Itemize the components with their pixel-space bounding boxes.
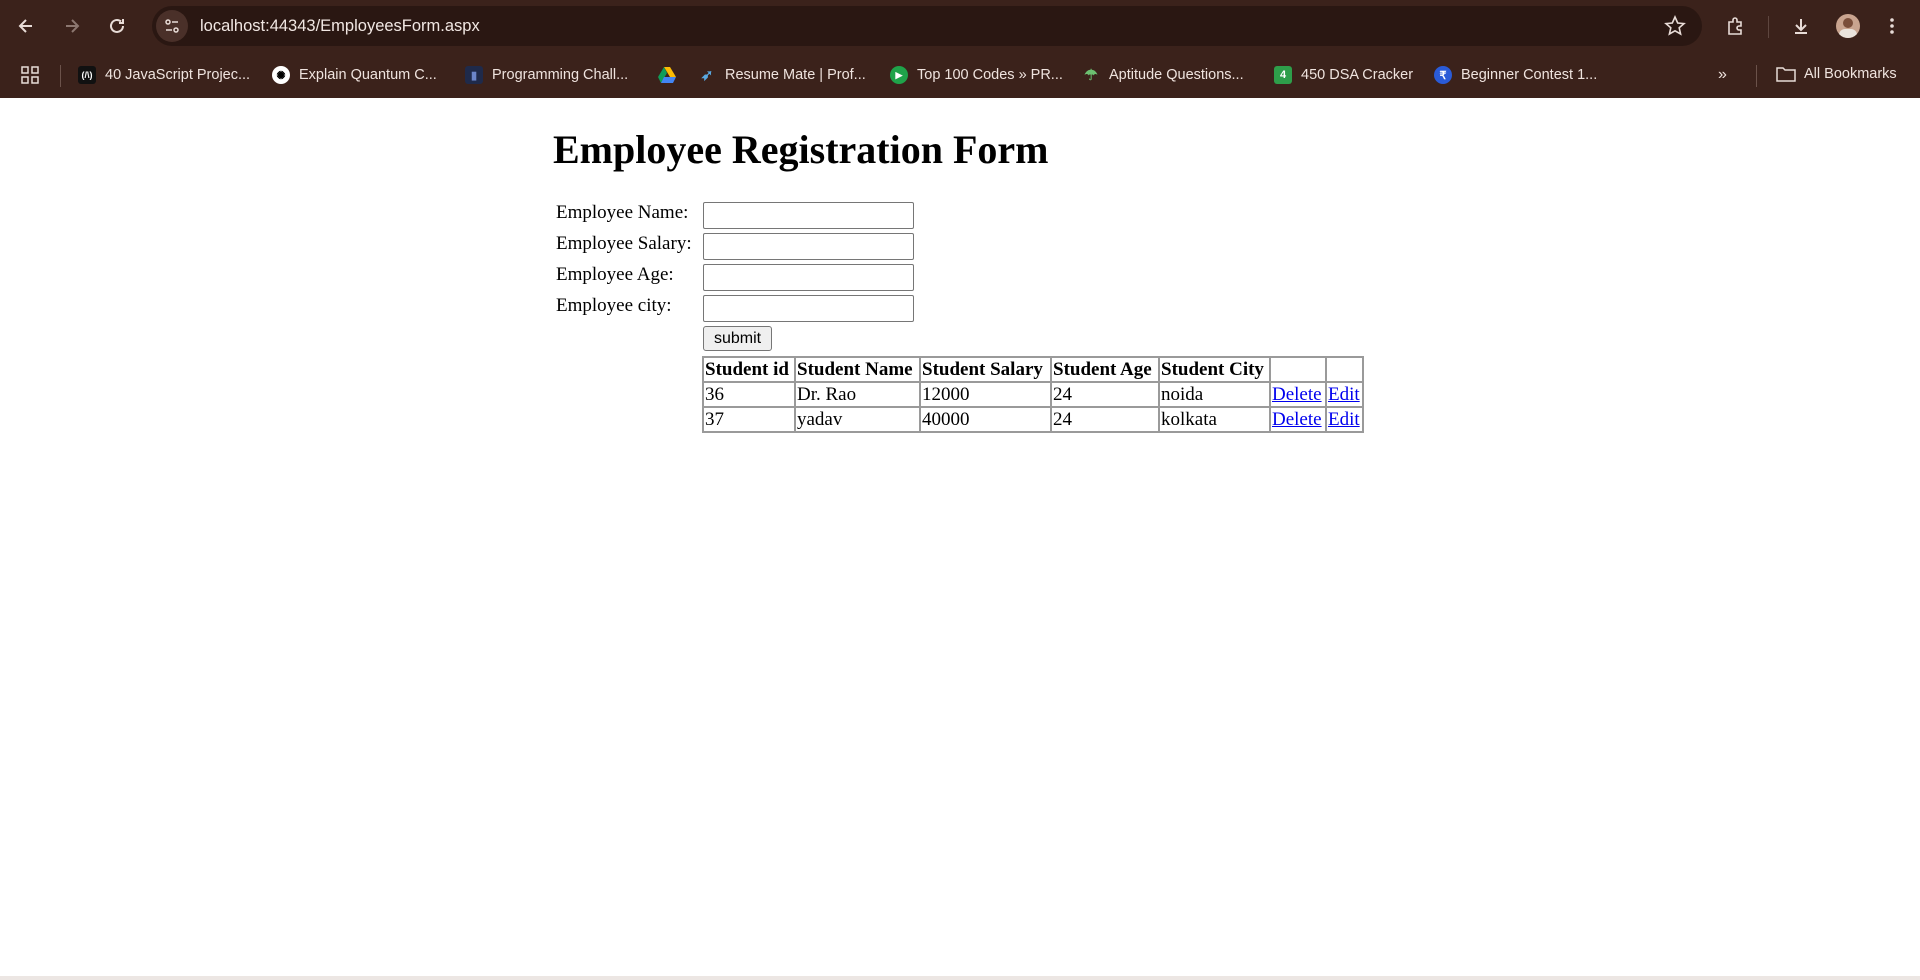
bookmarks-bar: (/\) 40 JavaScript Projec... ✺ Explain Q… (0, 54, 1920, 98)
bookmark-40-javascript-projects[interactable]: (/\) 40 JavaScript Projec... (78, 66, 250, 84)
cell-id: 36 (703, 382, 795, 407)
employee-name-input[interactable] (703, 202, 914, 229)
puzzle-icon (1728, 17, 1742, 35)
bookmark-resume-mate[interactable]: ➶ Resume Mate | Prof... (698, 66, 866, 84)
column-header-name: Student Name (795, 357, 920, 382)
address-bar[interactable]: localhost:44343/EmployeesForm.aspx (152, 6, 1702, 46)
apps-grid-icon (21, 66, 39, 84)
column-header-id: Student id (703, 357, 795, 382)
bookmark-label: Programming Chall... (492, 67, 629, 83)
cell-edit: Edit (1326, 382, 1363, 407)
page-content: Employee Registration Form Employee Name… (0, 98, 1920, 978)
bookmark-beginner-contest[interactable]: ₹ Beginner Contest 1... (1434, 66, 1597, 84)
bookmark-label: Beginner Contest 1... (1461, 67, 1598, 83)
table-row: 37 yadav 40000 24 kolkata Delete Edit (703, 407, 1363, 432)
browser-toolbar: localhost:44343/EmployeesForm.aspx (0, 0, 1920, 54)
site-info-button[interactable] (156, 10, 188, 42)
submit-button[interactable]: submit (703, 326, 772, 351)
back-button[interactable] (8, 8, 44, 44)
folder-icon (1776, 67, 1796, 82)
url-text[interactable]: localhost:44343/EmployeesForm.aspx (200, 17, 480, 36)
cell-edit: Edit (1326, 407, 1363, 432)
bird-icon: ➶ (700, 67, 714, 84)
reload-button[interactable] (99, 8, 135, 44)
chevron-double-right-icon: » (1718, 66, 1727, 83)
column-header-city: Student City (1159, 357, 1270, 382)
play-icon: ▶ (890, 66, 908, 84)
cell-age: 24 (1051, 382, 1159, 407)
bookmark-aptitude-questions[interactable]: ☂ Aptitude Questions... (1082, 66, 1244, 84)
employee-city-input[interactable] (703, 295, 914, 322)
cell-city: noida (1159, 382, 1270, 407)
bookmark-top-100-codes[interactable]: ▶ Top 100 Codes » PR... (890, 66, 1063, 84)
cell-name: yadav (795, 407, 920, 432)
employee-city-label: Employee city: (556, 295, 672, 316)
employee-name-label: Employee Name: (556, 202, 689, 223)
cell-id: 37 (703, 407, 795, 432)
column-header-age: Student Age (1051, 357, 1159, 382)
download-icon (1795, 19, 1807, 34)
mushroom-icon: ☂ (1084, 67, 1098, 84)
cell-delete: Delete (1270, 407, 1326, 432)
bookmark-google-drive[interactable] (657, 66, 677, 84)
delete-link[interactable]: Delete (1272, 409, 1322, 430)
bookmark-label: Aptitude Questions... (1109, 67, 1244, 83)
bottom-scrollbar-track (0, 976, 1920, 980)
contest-icon: ₹ (1434, 66, 1452, 84)
cell-city: kolkata (1159, 407, 1270, 432)
page-title: Employee Registration Form (553, 127, 1049, 172)
employee-salary-input[interactable] (703, 233, 914, 260)
more-bookmarks-button[interactable]: » (1718, 66, 1727, 84)
edit-link[interactable]: Edit (1328, 384, 1360, 405)
code-icon: ▮ (465, 66, 483, 84)
bookmark-label: 40 JavaScript Projec... (105, 67, 251, 83)
cell-salary: 40000 (920, 407, 1051, 432)
bookmark-label: Explain Quantum C... (299, 67, 437, 83)
table-header-row: Student id Student Name Student Salary S… (703, 357, 1363, 382)
bookmark-label: Top 100 Codes » PR... (917, 67, 1063, 83)
employee-salary-label: Employee Salary: (556, 233, 692, 254)
all-bookmarks-button[interactable]: All Bookmarks (1776, 66, 1897, 82)
bookmark-label: Resume Mate | Prof... (725, 67, 866, 83)
apps-button[interactable] (20, 65, 40, 85)
cell-delete: Delete (1270, 382, 1326, 407)
code-logo-icon: (/\) (78, 66, 96, 84)
tune-icon (165, 19, 179, 33)
bookmark-explain-quantum[interactable]: ✺ Explain Quantum C... (272, 66, 437, 84)
downloads-button[interactable] (1783, 8, 1819, 44)
number-4-icon: 4 (1274, 66, 1292, 84)
kebab-menu-icon (1890, 18, 1894, 34)
profile-button[interactable] (1830, 8, 1866, 44)
arrow-right-icon (66, 19, 80, 33)
edit-link[interactable]: Edit (1328, 409, 1360, 430)
cell-age: 24 (1051, 407, 1159, 432)
cell-salary: 12000 (920, 382, 1051, 407)
forward-button[interactable] (54, 8, 90, 44)
bookmark-programming-challenges[interactable]: ▮ Programming Chall... (465, 66, 628, 84)
delete-link[interactable]: Delete (1272, 384, 1322, 405)
column-header-edit (1326, 357, 1363, 382)
column-header-salary: Student Salary (920, 357, 1051, 382)
cell-name: Dr. Rao (795, 382, 920, 407)
column-header-delete (1270, 357, 1326, 382)
table-row: 36 Dr. Rao 12000 24 noida Delete Edit (703, 382, 1363, 407)
extensions-button[interactable] (1717, 8, 1753, 44)
employee-age-label: Employee Age: (556, 264, 674, 285)
all-bookmarks-label: All Bookmarks (1804, 66, 1897, 82)
star-icon (1664, 15, 1686, 36)
employee-table: Student id Student Name Student Salary S… (702, 356, 1364, 433)
employee-age-input[interactable] (703, 264, 914, 291)
arrow-left-icon (18, 19, 32, 33)
menu-button[interactable] (1874, 8, 1910, 44)
openai-icon: ✺ (272, 66, 290, 84)
bookmark-label: 450 DSA Cracker (1301, 67, 1414, 83)
avatar (1836, 14, 1860, 38)
bookmark-450-dsa-cracker[interactable]: 4 450 DSA Cracker (1274, 66, 1413, 84)
google-drive-icon (658, 67, 676, 83)
bookmark-star-button[interactable] (1664, 15, 1686, 41)
reload-icon (110, 18, 124, 33)
